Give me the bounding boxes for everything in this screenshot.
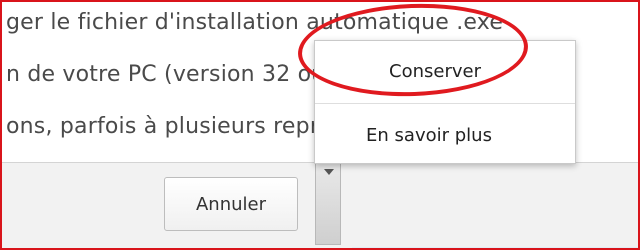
menu-item-keep[interactable]: Conserver	[305, 61, 565, 82]
download-options-dropdown-button[interactable]	[315, 163, 341, 245]
download-bar: Annuler	[2, 162, 638, 248]
menu-separator	[315, 103, 575, 104]
screenshot-frame: ger le fichier d'installation automatiqu…	[0, 0, 640, 250]
cancel-button[interactable]: Annuler	[164, 177, 298, 231]
download-context-menu: Conserver En savoir plus	[314, 40, 576, 164]
menu-item-learn-more[interactable]: En savoir plus	[299, 125, 559, 146]
chevron-down-icon	[324, 169, 334, 175]
body-text-line: ger le fichier d'installation automatiqu…	[6, 10, 504, 35]
